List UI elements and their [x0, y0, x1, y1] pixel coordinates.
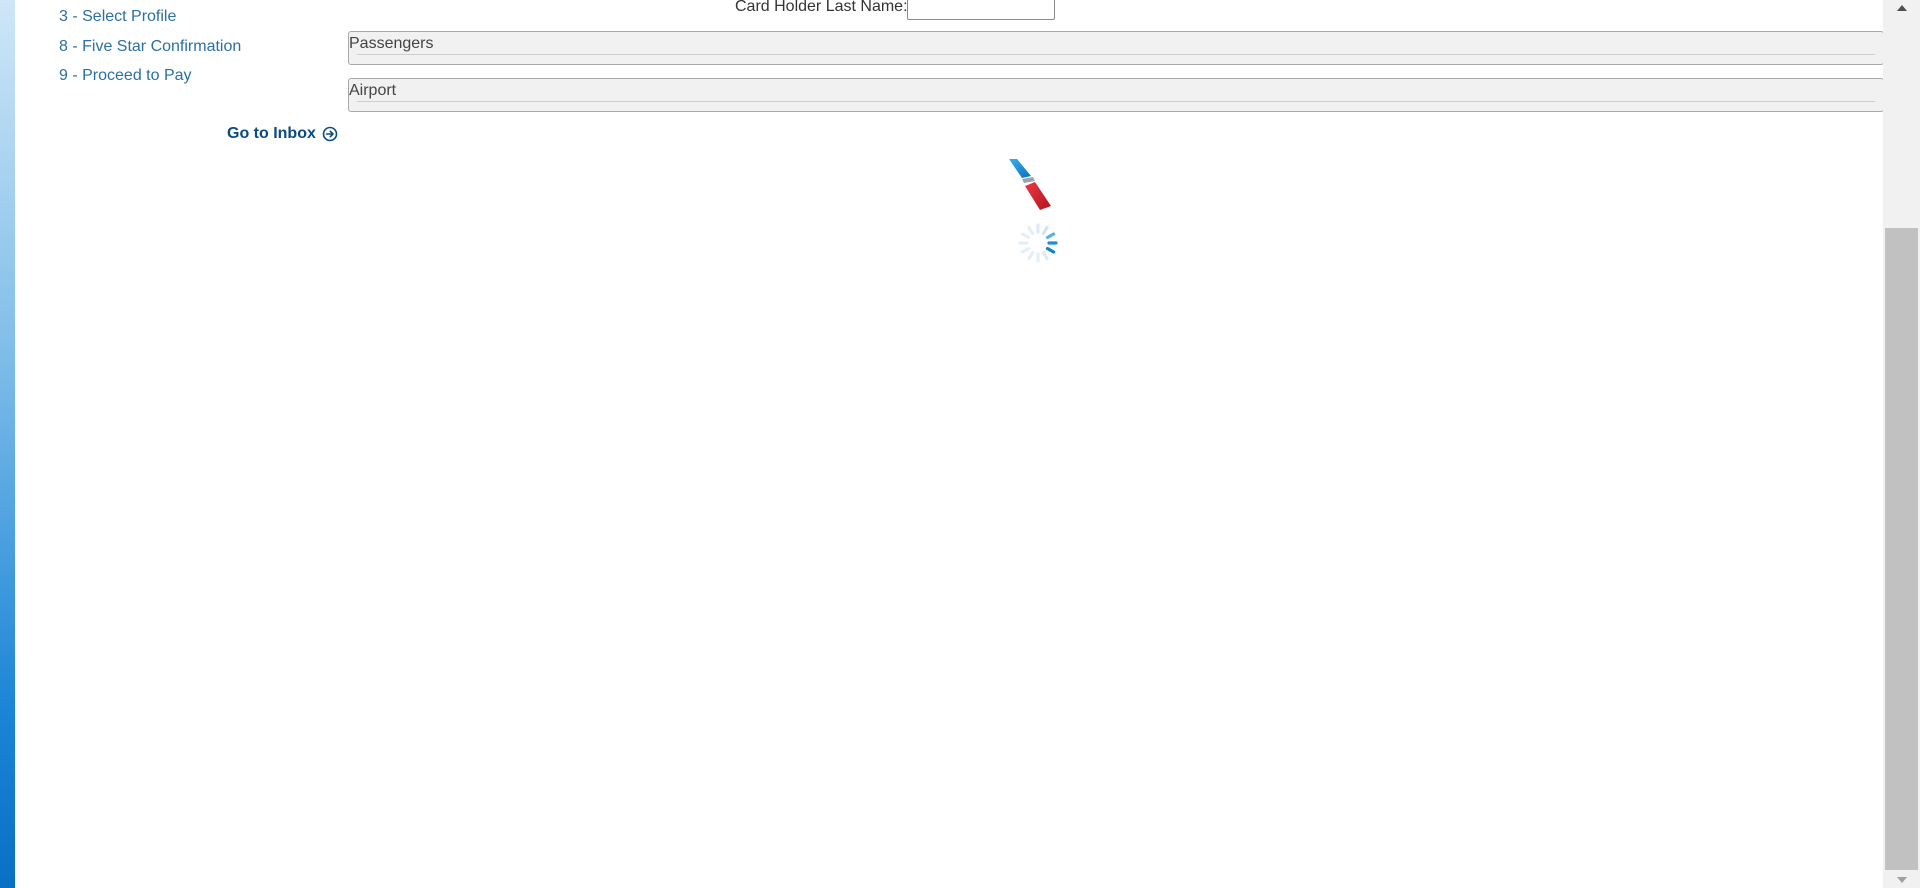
vertical-scrollbar[interactable]	[1883, 0, 1920, 888]
step-five-star-confirmation-link[interactable]: 8 - Five Star Confirmation	[59, 38, 241, 56]
airport-section[interactable]: Airport	[348, 78, 1884, 112]
step-proceed-to-pay-link[interactable]: 9 - Proceed to Pay	[59, 67, 192, 85]
arrow-circle-right-icon	[322, 126, 338, 142]
step-select-profile-link[interactable]: 3 - Select Profile	[59, 8, 176, 26]
passengers-section[interactable]: Passengers	[348, 31, 1884, 65]
main-content: 3 - Select Profile 8 - Five Star Confirm…	[15, 0, 1884, 888]
scrollbar-thumb[interactable]	[1885, 228, 1918, 870]
scroll-up-arrow-icon[interactable]	[1883, 0, 1920, 16]
left-gradient-bar	[0, 0, 15, 888]
airline-logo	[1009, 159, 1051, 210]
go-to-inbox-link[interactable]: Go to Inbox	[227, 125, 338, 143]
loading-spinner-icon	[1018, 223, 1058, 263]
go-to-inbox-label: Go to Inbox	[227, 125, 316, 142]
card-holder-last-name-input[interactable]	[907, 0, 1055, 20]
passengers-divider	[357, 54, 1875, 55]
scroll-down-arrow-icon[interactable]	[1883, 872, 1920, 888]
passengers-section-title: Passengers	[349, 35, 434, 52]
airport-section-title: Airport	[349, 82, 397, 99]
card-holder-last-name-label: Card Holder Last Name:	[735, 0, 908, 15]
airport-divider	[357, 101, 1875, 102]
